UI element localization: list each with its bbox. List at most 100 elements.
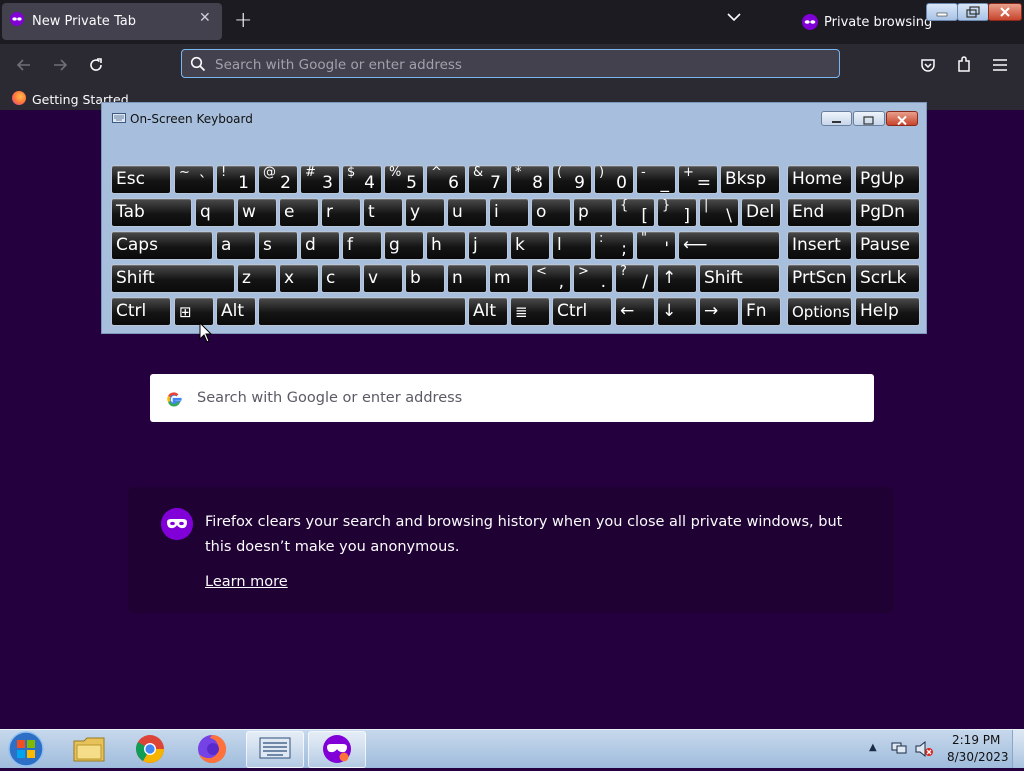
key-t[interactable]: t (363, 198, 403, 227)
new-tab-button[interactable]: + (234, 8, 252, 33)
key-0[interactable]: ) 0 (594, 165, 634, 194)
key-l[interactable]: l (552, 231, 592, 260)
key-v[interactable]: v (363, 264, 403, 293)
reload-icon[interactable] (86, 55, 106, 75)
key-pause[interactable]: Pause (855, 231, 920, 260)
key-esc[interactable]: Esc (111, 165, 171, 194)
key-alt[interactable]: Alt (468, 297, 508, 326)
key-alt[interactable]: Alt (216, 297, 256, 326)
tab-close-icon[interactable]: ✕ (199, 10, 211, 26)
key-del[interactable]: Del (741, 198, 781, 227)
key-pgdn[interactable]: PgDn (855, 198, 920, 227)
key-q[interactable]: q (195, 198, 235, 227)
key-a[interactable]: a (216, 231, 256, 260)
clock-date[interactable]: 8/30/2023 (947, 750, 1009, 764)
key-8[interactable]: * 8 (510, 165, 550, 194)
key-f[interactable]: f (342, 231, 382, 260)
key-options[interactable]: Options (787, 297, 852, 326)
file-explorer-icon[interactable] (72, 733, 106, 765)
key-symbol[interactable]: + = (678, 165, 718, 194)
key-symbol[interactable]: | \ (699, 198, 739, 227)
key-symbol[interactable]: :; (594, 231, 634, 260)
key-symbol[interactable]: <, (531, 264, 571, 293)
key-r[interactable]: r (321, 198, 361, 227)
window-restore-button[interactable] (957, 3, 989, 21)
key-symbol[interactable]: ≣ (510, 297, 550, 326)
chevron-down-icon[interactable] (727, 12, 741, 22)
key-u[interactable]: u (447, 198, 487, 227)
key-symbol[interactable]: ↑ (657, 264, 697, 293)
key-fn[interactable]: Fn (741, 297, 781, 326)
key-5[interactable]: % 5 (384, 165, 424, 194)
window-close-button[interactable] (988, 3, 1022, 21)
key-4[interactable]: $4 (342, 165, 382, 194)
key-symbol[interactable]: ← (615, 297, 655, 326)
firefox-icon[interactable] (196, 733, 228, 765)
key-2[interactable]: @2 (258, 165, 298, 194)
key-i[interactable]: i (489, 198, 529, 227)
key-symbol[interactable]: → (699, 297, 739, 326)
extensions-icon[interactable] (954, 55, 974, 75)
network-icon[interactable] (890, 740, 908, 756)
key-symbol[interactable]: ↓ (657, 297, 697, 326)
key-symbol[interactable]: }] (657, 198, 697, 227)
pocket-icon[interactable] (918, 55, 938, 75)
menu-icon[interactable] (990, 55, 1010, 75)
key-o[interactable]: o (531, 198, 571, 227)
taskbar-osk-button[interactable] (246, 731, 304, 768)
key-symbol[interactable]: ⟵ (678, 231, 780, 260)
learn-more-link[interactable]: Learn more (205, 574, 288, 590)
osk-close-button[interactable] (886, 111, 918, 126)
key-pgup[interactable]: PgUp (855, 165, 920, 194)
key-n[interactable]: n (447, 264, 487, 293)
forward-icon[interactable] (50, 55, 70, 75)
key-j[interactable]: j (468, 231, 508, 260)
key-h[interactable]: h (426, 231, 466, 260)
osk-minimize-button[interactable] (821, 111, 852, 126)
osk-maximize-button[interactable] (853, 111, 885, 126)
key-3[interactable]: #3 (300, 165, 340, 194)
clock-time[interactable]: 2:19 PM (952, 733, 1000, 747)
key-p[interactable]: p (573, 198, 613, 227)
key-7[interactable]: & 7 (468, 165, 508, 194)
key-bksp[interactable]: Bksp (720, 165, 780, 194)
key-s[interactable]: s (258, 231, 298, 260)
key-y[interactable]: y (405, 198, 445, 227)
key-c[interactable]: c (321, 264, 361, 293)
url-bar-placeholder[interactable]: Search with Google or enter address (215, 57, 462, 73)
key-m[interactable]: m (489, 264, 529, 293)
key-symbol[interactable]: {[ (615, 198, 655, 227)
key-x[interactable]: x (279, 264, 319, 293)
key-w[interactable]: w (237, 198, 277, 227)
back-icon[interactable] (14, 55, 34, 75)
key-end[interactable]: End (787, 198, 852, 227)
key-help[interactable]: Help (855, 297, 920, 326)
key-d[interactable]: d (300, 231, 340, 260)
key-b[interactable]: b (405, 264, 445, 293)
key-6[interactable]: ^ 6 (426, 165, 466, 194)
key-1[interactable]: ! 1 (216, 165, 256, 194)
chrome-icon[interactable] (134, 733, 166, 765)
key-symbol[interactable]: ~ ` (174, 165, 214, 194)
key-home[interactable]: Home (787, 165, 852, 194)
key-g[interactable]: g (384, 231, 424, 260)
key-tab[interactable]: Tab (111, 198, 192, 227)
key-prtscn[interactable]: PrtScn (787, 264, 852, 293)
key-9[interactable]: (9 (552, 165, 592, 194)
key-shift[interactable]: Shift (111, 264, 235, 293)
window-minimize-button[interactable] (926, 3, 958, 21)
taskbar-firefox-private-button[interactable] (308, 731, 366, 768)
key-symbol[interactable]: - _ (636, 165, 676, 194)
key-symbol[interactable]: ? / (615, 264, 655, 293)
key-insert[interactable]: Insert (787, 231, 852, 260)
key-ctrl[interactable]: Ctrl (552, 297, 612, 326)
key-k[interactable]: k (510, 231, 550, 260)
key-z[interactable]: z (237, 264, 277, 293)
key-shift[interactable]: Shift (699, 264, 780, 293)
key-e[interactable]: e (279, 198, 319, 227)
key-symbol[interactable]: " ' (636, 231, 676, 260)
key-symbol[interactable]: >. (573, 264, 613, 293)
key-scrlk[interactable]: ScrLk (855, 264, 920, 293)
show-desktop-button[interactable] (1012, 730, 1024, 768)
tray-expand-icon[interactable]: ▲ (869, 742, 877, 753)
